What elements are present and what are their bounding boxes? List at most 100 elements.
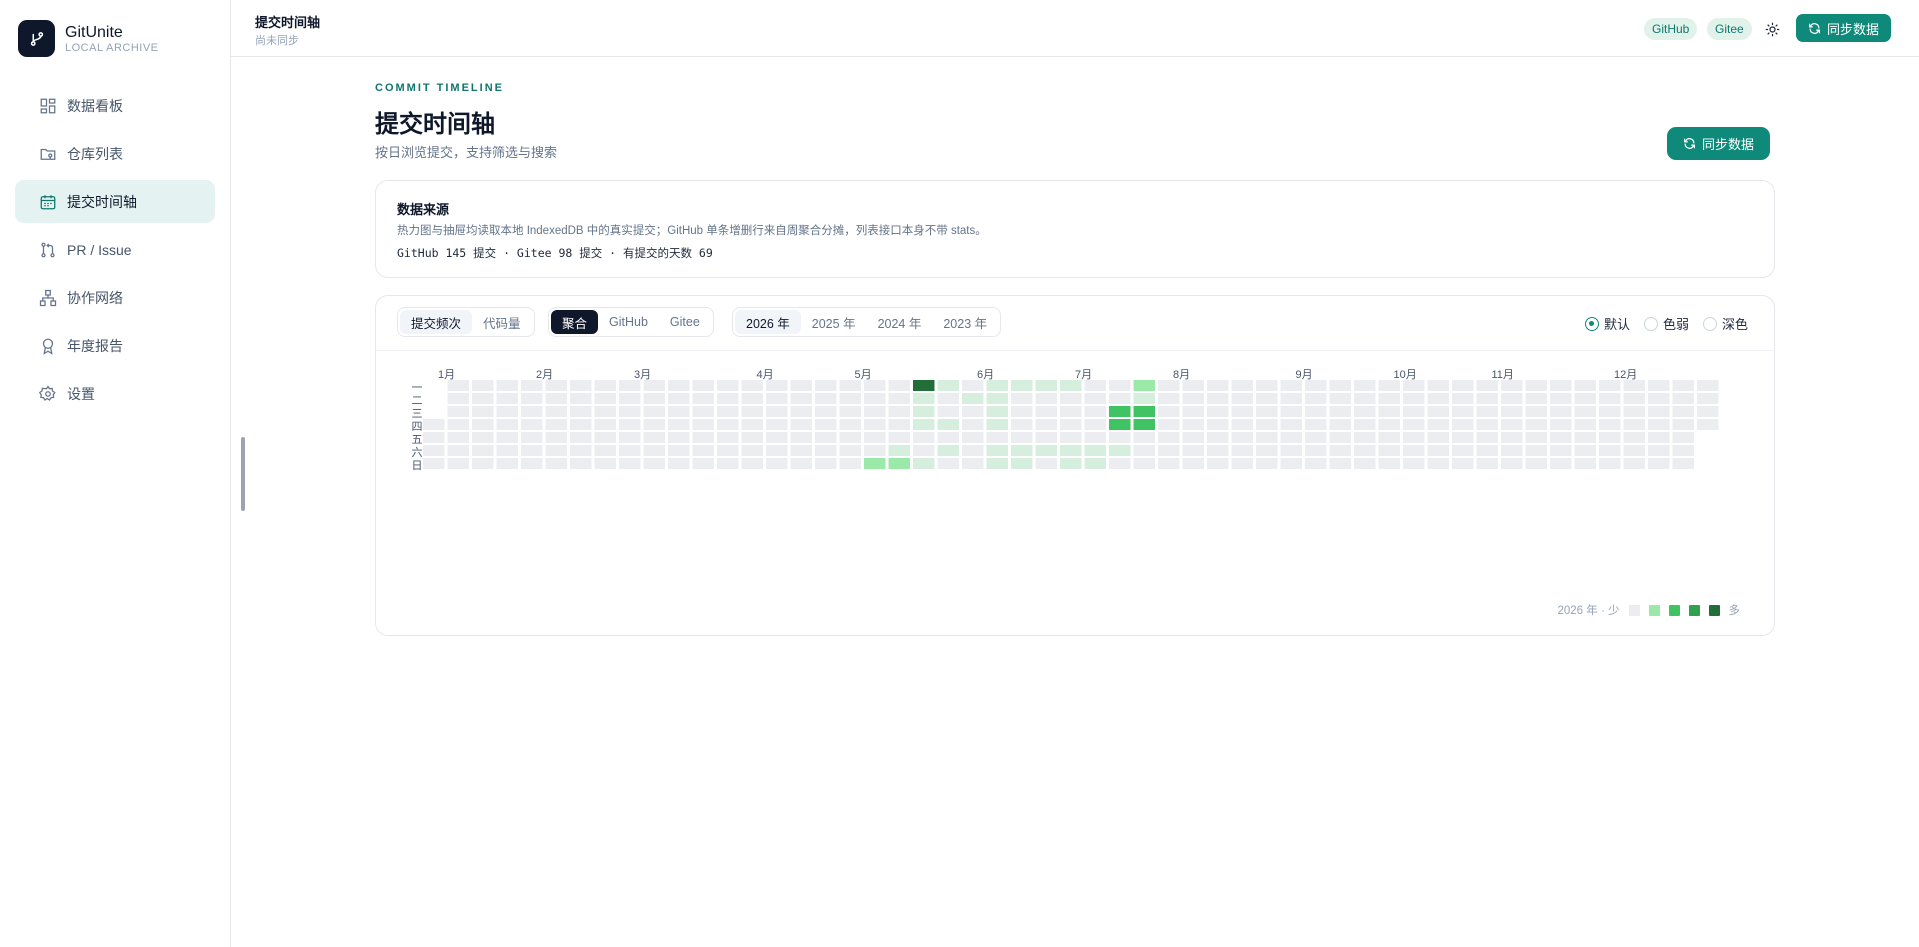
heatmap-cell[interactable]: 2026-03-16 (692, 380, 715, 391)
heatmap-cell[interactable]: 2026-02-10 (570, 393, 592, 404)
heatmap-cell[interactable]: 2026-07-17 (1109, 432, 1131, 443)
heatmap-cell[interactable]: 2026-05-02 (839, 445, 862, 456)
tab-source-aggregate[interactable]: 聚合 (551, 310, 599, 334)
heatmap-cell[interactable]: 2026-10-02 (1378, 432, 1401, 443)
heatmap-cell[interactable]: 2026-07-23 (1133, 419, 1156, 430)
heatmap-cell[interactable]: 2026-08-07 (1182, 432, 1205, 443)
heatmap-cell[interactable]: 2026-04-13 (790, 380, 813, 391)
heatmap-cell[interactable]: 2026-03-20 (692, 432, 715, 443)
heatmap-cell[interactable]: 2026-09-18 (1329, 432, 1352, 443)
heatmap-cell[interactable]: 2026-07-21 (1133, 393, 1156, 404)
heatmap-cell[interactable]: 2026-03-31 (741, 393, 764, 404)
heatmap-cell[interactable]: 2026-05-13 (888, 406, 911, 417)
heatmap-cell[interactable]: 2026-04-11 (766, 445, 788, 456)
heatmap-cell[interactable]: 2026-11-02 (1501, 380, 1523, 391)
heatmap-cell[interactable]: 2026-04-20 (815, 380, 837, 391)
heatmap-cell[interactable]: 2026-03-03 (643, 393, 666, 404)
sidebar-item-timeline[interactable]: 提交时间轴 (15, 180, 215, 223)
heatmap-cell[interactable]: 2026-02-26 (619, 419, 641, 430)
heatmap-cell[interactable]: 2026-06-22 (1035, 380, 1058, 391)
heatmap-cell[interactable]: 2026-01-12 (472, 380, 494, 391)
heatmap-cell[interactable]: 2026-08-01 (1158, 445, 1180, 456)
heatmap-cell[interactable]: 2026-09-04 (1280, 432, 1303, 443)
heatmap-cell[interactable]: 2026-01-19 (496, 380, 519, 391)
brand[interactable]: GitUnite LOCAL ARCHIVE (18, 20, 159, 57)
heatmap-cell[interactable]: 2026-08-22 (1231, 445, 1254, 456)
heatmap-cell[interactable]: 2026-01-22 (496, 419, 519, 430)
heatmap-cell[interactable]: 2026-07-10 (1084, 432, 1107, 443)
heatmap-cell[interactable]: 2026-03-04 (643, 406, 666, 417)
heatmap-cell[interactable]: 2026-04-30 (839, 419, 862, 430)
heatmap-cell[interactable]: 2026-10-21 (1452, 406, 1474, 417)
heatmap-cell[interactable]: 2026-04-01 (741, 406, 764, 417)
heatmap-cell[interactable]: 2026-11-21 (1550, 445, 1572, 456)
heatmap-cell[interactable]: 2026-05-17 (888, 458, 911, 469)
heatmap-cell[interactable]: 2026-09-28 (1378, 380, 1401, 391)
heatmap-cell[interactable]: 2026-08-16 (1207, 458, 1229, 469)
heatmap-cell[interactable]: 2026-01-23 (496, 432, 519, 443)
heatmap-cell[interactable]: 2026-03-10 (668, 393, 690, 404)
heatmap-cell[interactable]: 2026-01-20 (496, 393, 519, 404)
heatmap-cell[interactable]: 2026-11-03 (1501, 393, 1523, 404)
heatmap-cell[interactable]: 2026-02-05 (545, 419, 568, 430)
heatmap-cell[interactable]: 2026-09-22 (1354, 393, 1376, 404)
tab-year-2024[interactable]: 2024 年 (867, 310, 933, 334)
heatmap-cell[interactable]: 2026-07-08 (1084, 406, 1107, 417)
tab-source-github[interactable]: GitHub (598, 310, 659, 334)
heatmap-cell[interactable]: 2026-08-15 (1207, 445, 1229, 456)
heatmap-cell[interactable]: 2026-05-20 (913, 406, 935, 417)
heatmap-cell[interactable]: 2026-07-15 (1109, 406, 1131, 417)
heatmap-cell[interactable]: 2026-12-29 (1697, 393, 1719, 404)
heatmap-cell[interactable]: 2026-02-08 (545, 458, 568, 469)
heatmap-cell[interactable]: 2026-12-09 (1623, 406, 1646, 417)
heatmap-cell[interactable]: 2026-12-01 (1599, 393, 1621, 404)
heatmap-cell[interactable]: 2026-07-03 (1060, 432, 1082, 443)
heatmap-cell[interactable]: 2026-05-14 (888, 419, 911, 430)
heatmap-cell[interactable]: 2026-10-27 (1476, 393, 1499, 404)
heatmap-cell[interactable]: 2026-11-30 (1599, 380, 1621, 391)
heatmap-cell[interactable]: 2026-07-26 (1133, 458, 1156, 469)
heatmap-cell[interactable]: 2026-05-07 (864, 419, 886, 430)
heatmap-cell[interactable]: 2026-08-29 (1256, 445, 1278, 456)
heatmap-cell[interactable]: 2026-03-08 (643, 458, 666, 469)
heatmap-cell[interactable]: 2026-11-11 (1525, 406, 1548, 417)
heatmap-cell[interactable]: 2026-05-08 (864, 432, 886, 443)
heatmap-cell[interactable]: 2026-08-26 (1256, 406, 1278, 417)
heatmap-cell[interactable]: 2026-06-16 (1011, 393, 1033, 404)
heatmap-cell[interactable]: 2026-04-16 (790, 419, 813, 430)
heatmap-cell[interactable]: 2026-02-15 (570, 458, 592, 469)
heatmap-cell[interactable]: 2026-01-13 (472, 393, 494, 404)
heatmap-cell[interactable]: 2026-02-20 (594, 432, 617, 443)
theme-toggle-button[interactable] (1761, 18, 1783, 40)
heatmap-cell[interactable]: 2026-09-27 (1354, 458, 1376, 469)
heatmap-cell[interactable]: 2026-04-08 (766, 406, 788, 417)
heatmap-cell[interactable]: 2026-02-14 (570, 445, 592, 456)
heatmap-cell[interactable]: 2026-04-17 (790, 432, 813, 443)
heatmap-cell[interactable]: 2026-09-26 (1354, 445, 1376, 456)
heatmap-cell[interactable]: 2026-03-24 (717, 393, 739, 404)
heatmap-cell[interactable]: 2026-01-09 (447, 432, 470, 443)
heatmap-cell[interactable]: 2026-12-15 (1648, 393, 1670, 404)
heatmap-cell[interactable]: 2026-03-30 (741, 380, 764, 391)
heatmap-cell[interactable]: 2026-02-17 (594, 393, 617, 404)
heatmap-cell[interactable]: 2026-06-19 (1011, 432, 1033, 443)
heatmap-cell[interactable]: 2026-02-11 (570, 406, 592, 417)
heatmap-cell[interactable]: 2026-04-09 (766, 419, 788, 430)
heatmap-cell[interactable]: 2026-10-08 (1403, 419, 1425, 430)
heatmap-cell[interactable]: 2026-09-14 (1329, 380, 1352, 391)
heatmap-cell[interactable]: 2026-02-04 (545, 406, 568, 417)
heatmap-cell[interactable]: 2026-03-29 (717, 458, 739, 469)
heatmap-cell[interactable]: 2026-09-07 (1305, 380, 1327, 391)
heatmap-cell[interactable]: 2026-09-21 (1354, 380, 1376, 391)
heatmap-cell[interactable]: 2026-06-23 (1035, 393, 1058, 404)
heatmap-cell[interactable]: 2026-08-31 (1280, 380, 1303, 391)
heatmap-cell[interactable]: 2026-03-09 (668, 380, 690, 391)
heatmap-cell[interactable]: 2026-10-12 (1427, 380, 1450, 391)
heatmap-cell[interactable]: 2026-06-29 (1060, 380, 1082, 391)
heatmap-cell[interactable]: 2026-09-24 (1354, 419, 1376, 430)
heatmap-cell[interactable]: 2026-02-18 (594, 406, 617, 417)
heatmap-cell[interactable]: 2026-05-19 (913, 393, 935, 404)
heatmap-cell[interactable]: 2026-07-14 (1109, 393, 1131, 404)
heatmap-cell[interactable]: 2026-12-10 (1623, 419, 1646, 430)
heatmap-cell[interactable]: 2026-10-28 (1476, 406, 1499, 417)
